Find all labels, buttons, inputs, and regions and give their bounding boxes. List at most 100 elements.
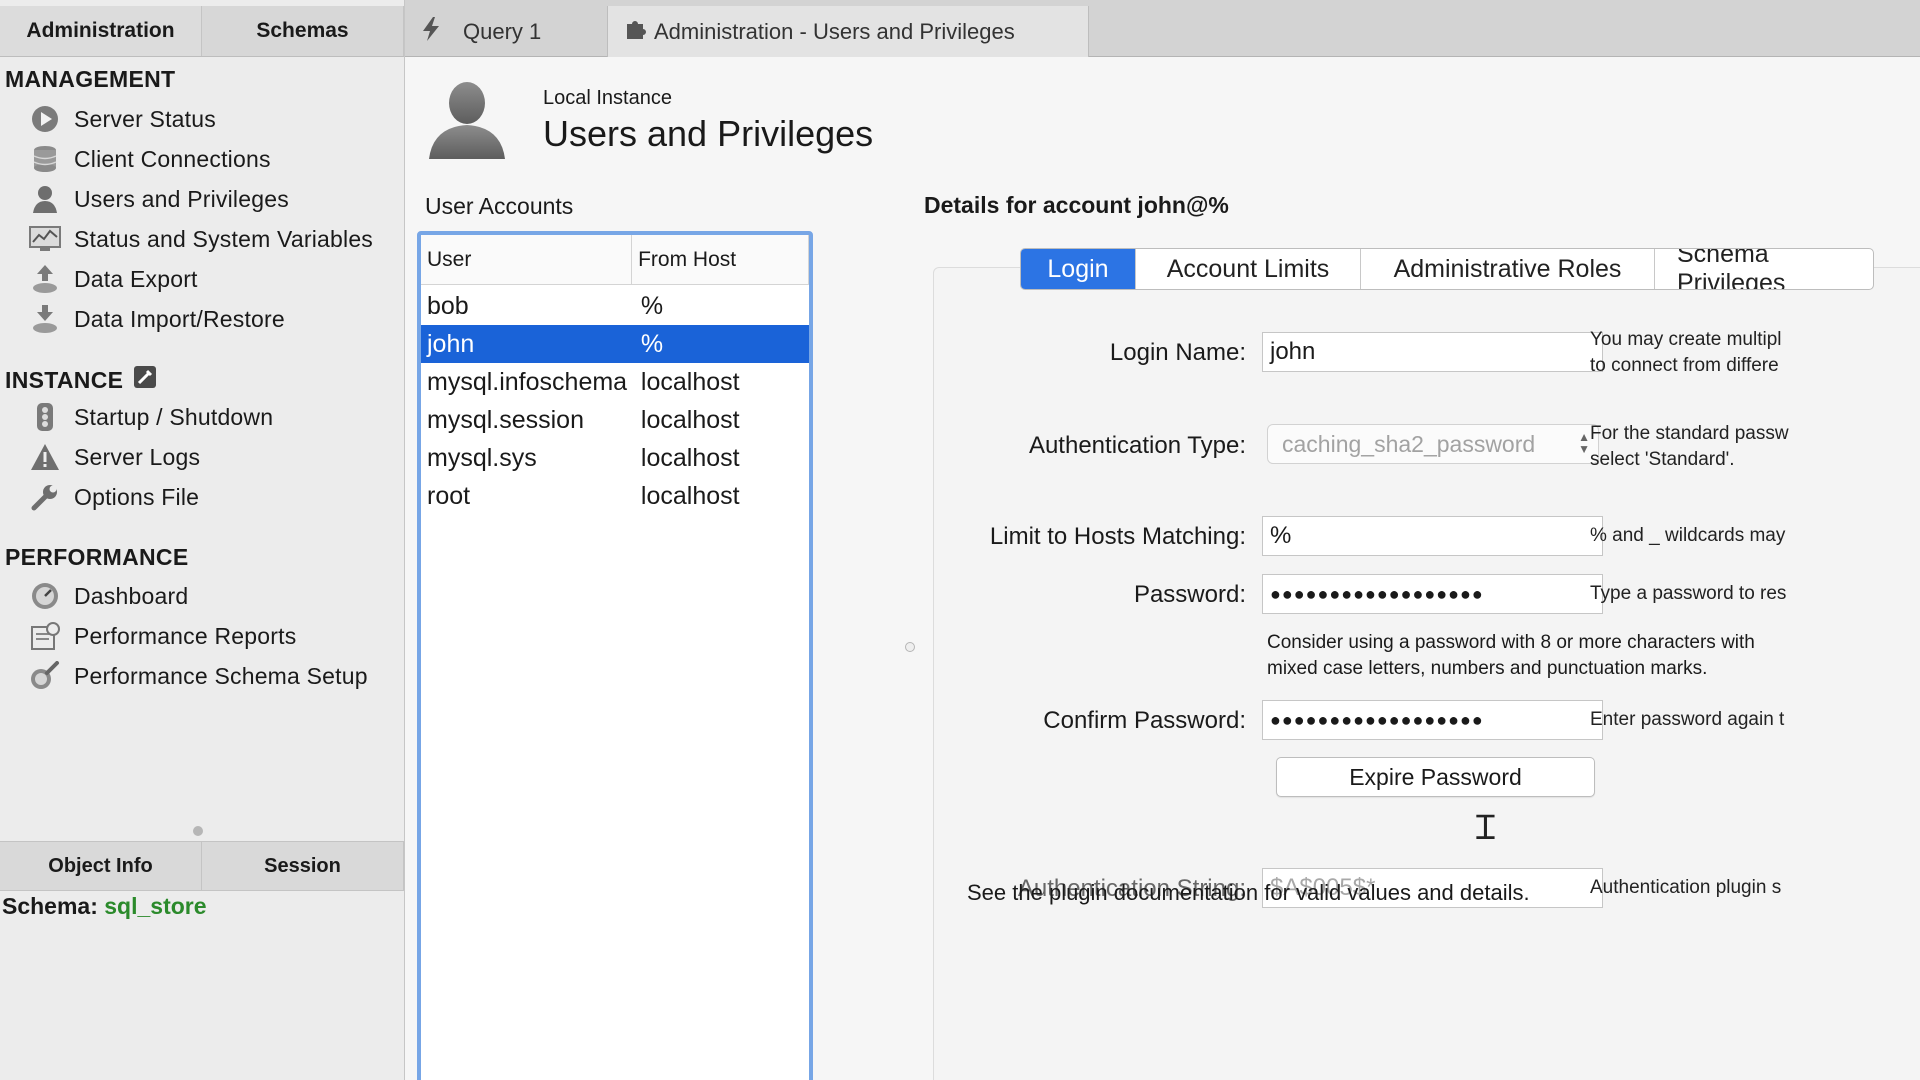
login-name-field[interactable]: john: [1262, 332, 1603, 372]
sidebar-item-dashboard[interactable]: Dashboard: [28, 578, 188, 614]
tab-administrative-roles[interactable]: Administrative Roles: [1361, 249, 1655, 289]
tab-schema-privileges[interactable]: Schema Privileges: [1655, 249, 1873, 289]
sidebar-item-users-and-privileges[interactable]: Users and Privileges: [28, 181, 289, 217]
stepper-arrows-icon: ▲ ▼: [1578, 430, 1590, 456]
users-privileges-page: Local Instance Users and Privileges User…: [405, 57, 1920, 1080]
login-name-help: You may create multipl to connect from d…: [1590, 327, 1782, 379]
host-cell: %: [640, 291, 664, 320]
hint-line: mixed case letters, numbers and punctuat…: [1267, 658, 1708, 679]
schema-info: Schema: sql_store: [2, 893, 207, 920]
sidebar-item-label: Server Logs: [74, 443, 201, 470]
text-cursor-icon: Ɪ: [1476, 808, 1495, 848]
expire-password-button[interactable]: Expire Password: [1276, 757, 1595, 797]
sidebar-item-options-file[interactable]: Options File: [28, 479, 199, 515]
sidebar-item-label: Client Connections: [74, 145, 271, 172]
pane-splitter-handle[interactable]: [905, 642, 915, 652]
sidebar-item-startup-shutdown[interactable]: Startup / Shutdown: [28, 399, 273, 435]
auth-type-help: For the standard passw select 'Standard'…: [1590, 421, 1789, 473]
table-header: User From Host: [421, 235, 809, 285]
instance-config-icon[interactable]: [133, 365, 157, 395]
sidebar-splitter-handle[interactable]: [193, 826, 203, 836]
user-large-icon: [425, 77, 509, 168]
tab-schemas[interactable]: Schemas: [202, 6, 404, 56]
sidebar-item-label: Startup / Shutdown: [74, 403, 274, 430]
auth-type-label: Authentication Type:: [1028, 432, 1246, 459]
gauge-icon: [28, 580, 62, 612]
hosts-help: % and _ wildcards may: [1590, 525, 1786, 546]
schema-value: sql_store: [104, 893, 207, 919]
user-cell: root: [427, 481, 471, 510]
download-icon: [28, 303, 62, 335]
auth-type-select[interactable]: caching_sha2_password ▲ ▼: [1267, 424, 1599, 464]
host-cell: %: [640, 329, 664, 358]
table-row[interactable]: john%: [421, 325, 809, 363]
host-cell: localhost: [640, 481, 740, 510]
table-body: bob% john% mysql.infoschema localhost mysql.…: [421, 285, 809, 515]
sidebar-item-data-import[interactable]: Data Import/Restore: [28, 301, 285, 337]
user-cell: bob: [427, 291, 469, 320]
host-cell: localhost: [640, 405, 740, 434]
column-from-host[interactable]: From Host: [632, 235, 809, 284]
tab-account-limits[interactable]: Account Limits: [1136, 249, 1361, 289]
table-row[interactable]: root localhost: [421, 477, 809, 515]
tab-object-info[interactable]: Object Info: [0, 842, 202, 890]
sidebar-item-label: Performance Schema Setup: [74, 662, 368, 689]
section-performance: PERFORMANCE: [5, 544, 188, 571]
table-row[interactable]: mysql.infoschema localhost: [421, 363, 809, 401]
sidebar-tabs: Administration Schemas: [0, 6, 404, 57]
sidebar-item-performance-reports[interactable]: Performance Reports: [28, 618, 296, 654]
user-accounts-label: User Accounts: [425, 193, 574, 219]
tab-login[interactable]: Login: [1021, 249, 1136, 289]
confirm-password-label: Confirm Password:: [1043, 707, 1246, 734]
sidebar-item-server-logs[interactable]: Server Logs: [28, 439, 200, 475]
confirm-password-help: Enter password again t: [1590, 709, 1785, 730]
play-icon: [28, 103, 62, 135]
tab-label: Query 1: [463, 18, 542, 44]
section-title: INSTANCE: [5, 366, 124, 393]
sidebar-item-label: Data Import/Restore: [74, 305, 285, 332]
account-details-title: Details for account john@%: [924, 192, 1229, 218]
schema-label: Schema:: [2, 893, 98, 919]
hint-line: Consider using a password with 8 or more…: [1267, 632, 1755, 653]
table-row[interactable]: bob%: [421, 287, 809, 325]
detail-tabs: Login Account Limits Administrative Role…: [1020, 248, 1874, 290]
password-help: Type a password to res: [1590, 583, 1787, 604]
host-cell: localhost: [640, 367, 740, 396]
password-field[interactable]: ●●●●●●●●●●●●●●●●●●: [1262, 574, 1603, 614]
upload-icon: [28, 263, 62, 295]
tab-session[interactable]: Session: [202, 842, 404, 890]
help-line: You may create multipl: [1590, 329, 1782, 350]
warning-icon: [28, 441, 62, 473]
table-row[interactable]: mysql.session localhost: [421, 401, 809, 439]
section-instance: INSTANCE: [5, 365, 157, 395]
sidebar-item-status-system-variables[interactable]: Status and System Variables: [28, 221, 373, 257]
sidebar-item-server-status[interactable]: Server Status: [28, 101, 216, 137]
help-line: select 'Standard'.: [1590, 449, 1735, 470]
info-tabs: Object Info Session: [0, 841, 404, 891]
page-subtitle: Local Instance: [543, 87, 672, 109]
help-line: For the standard passw: [1590, 423, 1789, 444]
column-user[interactable]: User: [421, 235, 633, 284]
tab-administration[interactable]: Administration: [0, 6, 202, 56]
navigator-sidebar: Administration Schemas MANAGEMENT Server…: [0, 0, 405, 1080]
sidebar-item-label: Server Status: [74, 105, 216, 132]
report-stopwatch-icon: [28, 620, 62, 652]
sidebar-item-data-export[interactable]: Data Export: [28, 261, 198, 297]
password-label: Password:: [1133, 581, 1246, 608]
sidebar-item-performance-schema-setup[interactable]: Performance Schema Setup: [28, 658, 368, 694]
auth-string-help: Authentication plugin s: [1590, 877, 1782, 898]
user-cell: mysql.sys: [427, 443, 537, 472]
table-row[interactable]: mysql.sys localhost: [421, 439, 809, 477]
hosts-field[interactable]: %: [1262, 516, 1603, 556]
user-accounts-table[interactable]: User From Host bob% john% mysql.infoschema…: [417, 231, 813, 1080]
sidebar-item-label: Dashboard: [74, 582, 189, 609]
tab-label: Administration - Users and Privileges: [654, 18, 1015, 44]
tab-administration-users[interactable]: Administration - Users and Privileges: [608, 6, 1089, 57]
lightning-icon: [421, 16, 441, 48]
sidebar-item-client-connections[interactable]: Client Connections: [28, 141, 271, 177]
confirm-password-field[interactable]: ●●●●●●●●●●●●●●●●●●: [1262, 700, 1603, 740]
user-icon: [28, 183, 62, 215]
host-cell: localhost: [640, 443, 740, 472]
tab-query-1[interactable]: Query 1: [405, 6, 608, 57]
hosts-label: Limit to Hosts Matching:: [989, 523, 1246, 550]
